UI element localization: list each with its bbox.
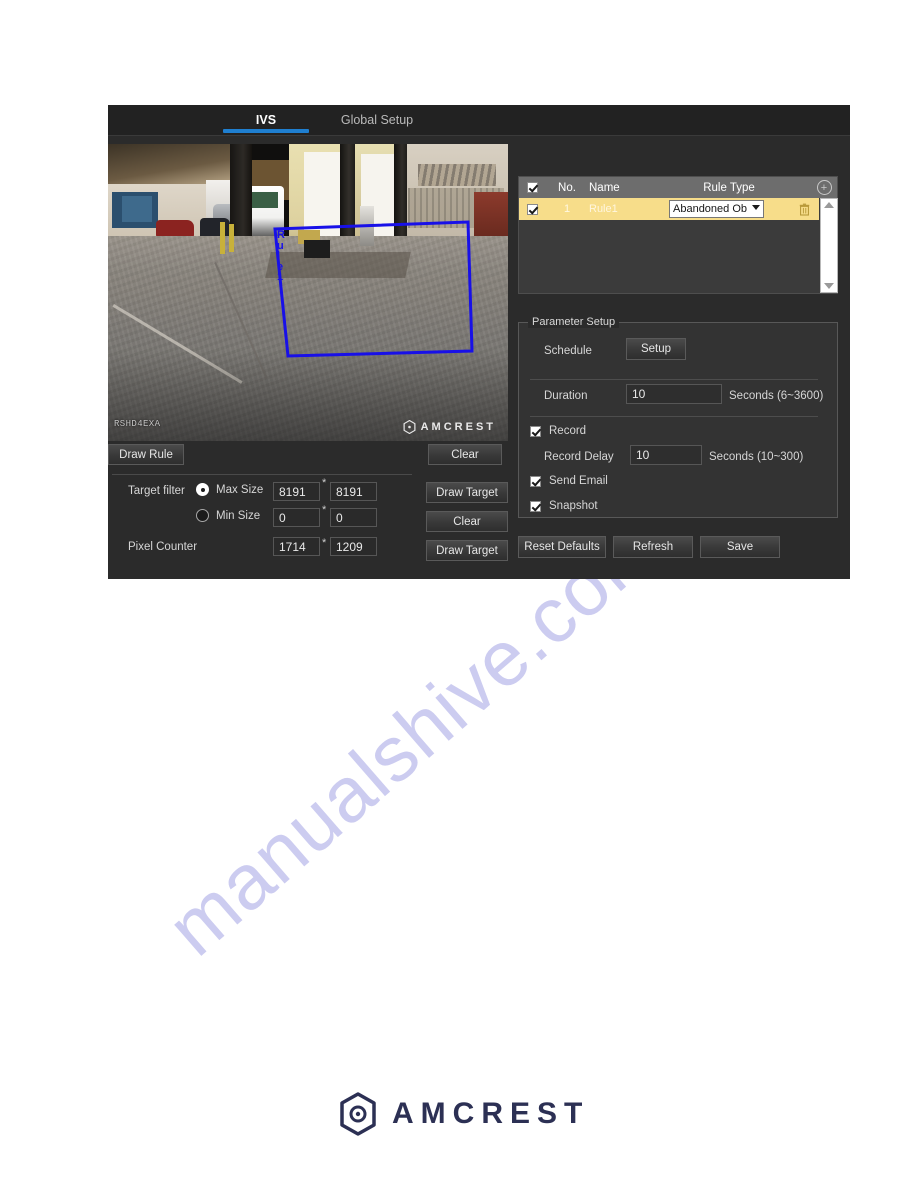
row-checkbox-cell[interactable] bbox=[519, 203, 545, 215]
amcrest-hex-icon bbox=[340, 1092, 376, 1136]
parameter-setup-legend: Parameter Setup bbox=[528, 316, 620, 328]
pixel-height-input[interactable]: 1209 bbox=[330, 537, 377, 556]
tab-global-setup-label: Global Setup bbox=[340, 113, 414, 127]
snapshot-label: Snapshot bbox=[549, 500, 598, 512]
rule-type-select[interactable]: Abandoned Ob bbox=[669, 200, 764, 218]
select-all-checkbox[interactable] bbox=[526, 182, 538, 193]
row-checkbox[interactable] bbox=[526, 203, 538, 215]
draw-controls-panel: Draw Rule Clear Target filter Max Size M… bbox=[108, 444, 508, 574]
min-size-radio[interactable] bbox=[196, 509, 209, 522]
divider bbox=[112, 474, 412, 475]
scroll-up-icon[interactable] bbox=[824, 202, 834, 208]
footer-brand-text: AMCREST bbox=[392, 1097, 590, 1130]
tab-global-setup[interactable]: Global Setup bbox=[322, 105, 432, 135]
target-filter-label: Target filter bbox=[128, 485, 185, 497]
tab-bar: IVS Global Setup bbox=[108, 105, 850, 136]
refresh-button[interactable]: Refresh bbox=[613, 536, 693, 558]
multiply-symbol: * bbox=[322, 504, 327, 516]
trash-icon[interactable] bbox=[799, 203, 810, 216]
min-size-label: Min Size bbox=[216, 509, 261, 522]
send-email-checkbox-row[interactable]: Send Email bbox=[530, 475, 608, 487]
max-size-radio-row[interactable]: Max Size bbox=[196, 483, 263, 496]
video-brand-watermark: AMCREST bbox=[403, 420, 496, 434]
multiply-symbol: * bbox=[322, 537, 327, 549]
rule-polygon-overlay[interactable] bbox=[108, 144, 508, 441]
delete-rule-cell[interactable] bbox=[789, 203, 819, 216]
multiply-symbol: * bbox=[322, 477, 327, 489]
snapshot-checkbox-row[interactable]: Snapshot bbox=[530, 500, 598, 512]
amcrest-hex-icon bbox=[403, 420, 416, 434]
select-all-header-cell[interactable] bbox=[519, 182, 545, 193]
pixel-width-input[interactable]: 1714 bbox=[273, 537, 320, 556]
window-body: Rule1 RSHD4EXA AMCREST Draw Rule Clear T… bbox=[108, 136, 850, 580]
clear-target-button[interactable]: Clear bbox=[426, 511, 508, 532]
duration-input[interactable]: 10 bbox=[626, 384, 722, 404]
record-delay-input[interactable]: 10 bbox=[630, 445, 702, 465]
rule-table-header: No. Name Rule Type + bbox=[518, 176, 838, 198]
scroll-down-icon[interactable] bbox=[824, 283, 834, 289]
send-email-checkbox[interactable] bbox=[530, 475, 541, 487]
add-icon[interactable]: + bbox=[816, 180, 832, 195]
draw-target-button-pixel[interactable]: Draw Target bbox=[426, 540, 508, 561]
rule-type-selected-value: Abandoned Ob bbox=[673, 203, 748, 215]
row-no: 1 bbox=[563, 203, 571, 215]
draw-target-button-max[interactable]: Draw Target bbox=[426, 482, 508, 503]
snapshot-checkbox[interactable] bbox=[530, 500, 541, 512]
table-row[interactable]: 1 Rule1 Abandoned Ob bbox=[519, 198, 819, 220]
record-delay-label: Record Delay bbox=[544, 451, 614, 463]
tab-ivs[interactable]: IVS bbox=[218, 105, 314, 135]
row-rule-type-cell[interactable]: Abandoned Ob bbox=[669, 200, 789, 218]
max-size-label: Max Size bbox=[216, 483, 264, 496]
chevron-down-icon bbox=[752, 205, 760, 210]
divider bbox=[530, 416, 818, 417]
reset-defaults-button[interactable]: Reset Defaults bbox=[518, 536, 606, 558]
rule-settings-panel: No. Name Rule Type + 1 Rule1 Abandoned O… bbox=[516, 144, 850, 574]
add-rule-header-cell[interactable]: + bbox=[811, 180, 837, 195]
pixel-counter-label: Pixel Counter bbox=[128, 541, 198, 553]
duration-unit-label: Seconds (6~3600) bbox=[729, 390, 824, 402]
duration-label: Duration bbox=[544, 390, 588, 402]
rule-table-scrollbar[interactable] bbox=[820, 198, 838, 293]
column-header-rule-type: Rule Type bbox=[703, 181, 755, 194]
tab-ivs-label: IVS bbox=[255, 113, 277, 127]
row-name: Rule1 bbox=[589, 203, 618, 215]
clear-rule-button[interactable]: Clear bbox=[428, 444, 502, 465]
min-height-input[interactable]: 0 bbox=[330, 508, 377, 527]
schedule-label: Schedule bbox=[544, 345, 592, 357]
record-checkbox-row[interactable]: Record bbox=[530, 425, 586, 437]
draw-rule-button[interactable]: Draw Rule bbox=[108, 444, 184, 465]
column-header-name: Name bbox=[589, 181, 620, 194]
divider bbox=[530, 379, 818, 380]
min-width-input[interactable]: 0 bbox=[273, 508, 320, 527]
record-delay-unit-label: Seconds (10~300) bbox=[709, 451, 804, 463]
max-height-input[interactable]: 8191 bbox=[330, 482, 377, 501]
ivs-config-window: IVS Global Setup Rule1 RSHD4EXA AMCREST … bbox=[108, 105, 850, 579]
video-brand-text: AMCREST bbox=[420, 421, 496, 433]
rule-polygon-label: Rule1 bbox=[277, 229, 285, 283]
min-size-radio-row[interactable]: Min Size bbox=[196, 509, 260, 522]
max-width-input[interactable]: 8191 bbox=[273, 482, 320, 501]
schedule-setup-button[interactable]: Setup bbox=[626, 338, 686, 360]
save-button[interactable]: Save bbox=[700, 536, 780, 558]
record-checkbox[interactable] bbox=[530, 425, 541, 437]
send-email-label: Send Email bbox=[549, 475, 608, 487]
column-header-no: No. bbox=[558, 181, 576, 194]
max-size-radio[interactable] bbox=[196, 483, 209, 496]
record-label: Record bbox=[549, 425, 587, 437]
tab-active-underline bbox=[223, 129, 309, 133]
footer-brand-logo: AMCREST bbox=[338, 1092, 589, 1136]
video-preview[interactable]: Rule1 RSHD4EXA AMCREST bbox=[108, 144, 508, 441]
video-osd-text: RSHD4EXA bbox=[114, 419, 161, 429]
